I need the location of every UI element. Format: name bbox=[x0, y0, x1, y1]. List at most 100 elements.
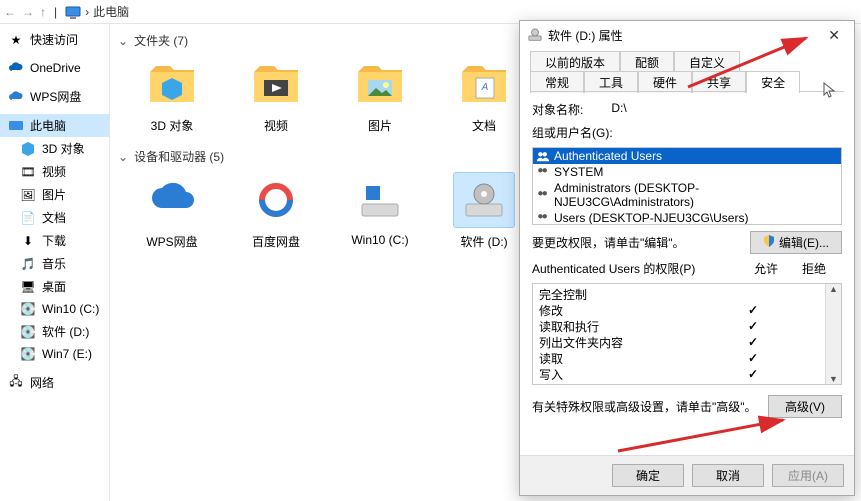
permission-row: 修改 bbox=[539, 302, 819, 318]
scroll-down-icon[interactable]: ▼ bbox=[829, 374, 838, 384]
sidebar-item-desktop[interactable]: 🖥桌面 bbox=[0, 275, 109, 298]
permission-name: 列出文件夹内容 bbox=[539, 334, 727, 351]
sidebar-item-downloads[interactable]: ⬇下载 bbox=[0, 229, 109, 252]
breadcrumb-location[interactable]: 此电脑 bbox=[93, 3, 129, 20]
sidebar-item-label: 下载 bbox=[42, 232, 66, 249]
sidebar-item-music[interactable]: 🎵音乐 bbox=[0, 252, 109, 275]
allow-mark bbox=[727, 303, 779, 317]
ok-button[interactable]: 确定 bbox=[612, 464, 684, 487]
users-icon bbox=[536, 166, 550, 178]
users-icon bbox=[536, 189, 550, 201]
dialog-titlebar[interactable]: 软件 (D:) 属性 ✕ bbox=[520, 21, 854, 49]
sidebar-item-label: WPS网盘 bbox=[30, 88, 81, 105]
tab-customize[interactable]: 自定义 bbox=[674, 51, 740, 73]
drive-icon bbox=[528, 28, 542, 42]
user-name: SYSTEM bbox=[554, 165, 603, 179]
sidebar-item-label: Win7 (E:) bbox=[42, 347, 92, 361]
tile-documents[interactable]: A 文档 bbox=[446, 57, 522, 134]
user-row[interactable]: Authenticated Users bbox=[533, 148, 841, 164]
user-row[interactable]: SYSTEM bbox=[533, 164, 841, 180]
this-pc-icon bbox=[8, 118, 24, 134]
cloud-icon bbox=[8, 89, 24, 105]
sidebar-item-quick-access[interactable]: ★快速访问 bbox=[0, 28, 109, 51]
chevron-down-icon: ⌄ bbox=[118, 34, 128, 48]
permission-name: 修改 bbox=[539, 302, 727, 319]
drive-icon: 💽 bbox=[20, 346, 36, 362]
user-name: Authenticated Users bbox=[554, 149, 662, 163]
tile-pictures[interactable]: 图片 bbox=[342, 57, 418, 134]
nav-fwd-icon[interactable]: → bbox=[22, 5, 34, 19]
tile-wps[interactable]: WPS网盘 bbox=[134, 173, 210, 250]
allow-header: 允许 bbox=[754, 260, 778, 277]
tab-previous-versions[interactable]: 以前的版本 bbox=[530, 51, 620, 73]
sidebar-item-win10[interactable]: 💽Win10 (C:) bbox=[0, 298, 109, 320]
advanced-hint: 有关特殊权限或高级设置，请单击"高级"。 bbox=[532, 398, 757, 415]
button-label: 编辑(E)... bbox=[779, 234, 829, 251]
user-row[interactable]: Administrators (DESKTOP-NJEU3CG\Administ… bbox=[533, 180, 841, 210]
nav-back-icon[interactable]: ← bbox=[4, 5, 16, 19]
star-icon: ★ bbox=[8, 32, 24, 48]
chevron-right-icon[interactable]: › bbox=[85, 5, 89, 19]
sidebar-item-onedrive[interactable]: OneDrive bbox=[0, 57, 109, 79]
sidebar-item-label: 3D 对象 bbox=[42, 140, 85, 157]
navigation-pane: ★快速访问 OneDrive WPS网盘 此电脑 3D 对象 🎞视频 🖼图片 📄… bbox=[0, 24, 110, 501]
user-name: Administrators (DESKTOP-NJEU3CG\Administ… bbox=[554, 181, 838, 209]
scroll-up-icon[interactable]: ▲ bbox=[829, 284, 838, 294]
deny-header: 拒绝 bbox=[802, 260, 826, 277]
tile-label: 图片 bbox=[368, 117, 392, 134]
user-name: Users (DESKTOP-NJEU3CG\Users) bbox=[554, 211, 748, 225]
tab-security[interactable]: 安全 bbox=[746, 71, 800, 93]
permissions-listbox[interactable]: 完全控制修改读取和执行列出文件夹内容读取写入 ▲▼ bbox=[532, 283, 842, 385]
sidebar-item-win7[interactable]: 💽 Win7 (E:) bbox=[0, 343, 109, 365]
cube-icon bbox=[20, 141, 36, 157]
tile-win10[interactable]: Win10 (C:) bbox=[342, 173, 418, 250]
users-listbox[interactable]: Authenticated Users SYSTEM Administrator… bbox=[532, 147, 842, 225]
shield-icon bbox=[763, 235, 775, 250]
tile-videos[interactable]: 视频 bbox=[238, 57, 314, 134]
sidebar-item-documents[interactable]: 📄文档 bbox=[0, 206, 109, 229]
sidebar-item-wps[interactable]: WPS网盘 bbox=[0, 85, 109, 108]
tile-label: 文档 bbox=[472, 117, 496, 134]
tile-baidu[interactable]: 百度网盘 bbox=[238, 173, 314, 250]
nav-up-icon[interactable]: ↑ bbox=[40, 5, 46, 19]
cloud-icon bbox=[8, 60, 24, 76]
cancel-button[interactable]: 取消 bbox=[692, 464, 764, 487]
document-icon: 📄 bbox=[20, 210, 36, 226]
tab-general[interactable]: 常规 bbox=[530, 71, 584, 93]
sidebar-item-network[interactable]: 🖧网络 bbox=[0, 371, 109, 394]
network-icon: 🖧 bbox=[8, 375, 24, 391]
user-row[interactable]: Users (DESKTOP-NJEU3CG\Users) bbox=[533, 210, 841, 225]
tile-soft[interactable]: 软件 (D:) bbox=[446, 173, 522, 250]
sidebar-item-3d[interactable]: 3D 对象 bbox=[0, 137, 109, 160]
cursor-icon bbox=[823, 82, 837, 101]
edit-button[interactable]: 编辑(E)... bbox=[750, 231, 842, 254]
sidebar-item-label: Win10 (C:) bbox=[42, 302, 99, 316]
sidebar-item-this-pc[interactable]: 此电脑 bbox=[0, 114, 109, 137]
permission-row: 读取和执行 bbox=[539, 318, 819, 334]
permissions-label: Authenticated Users 的权限(P) bbox=[532, 260, 695, 277]
permission-row: 列出文件夹内容 bbox=[539, 334, 819, 350]
tile-3d-objects[interactable]: 3D 对象 bbox=[134, 57, 210, 134]
tab-quota[interactable]: 配额 bbox=[620, 51, 674, 73]
apply-button[interactable]: 应用(A) bbox=[772, 464, 844, 487]
edit-hint: 要更改权限，请单击"编辑"。 bbox=[532, 234, 685, 251]
users-icon bbox=[536, 150, 550, 162]
group-label: 设备和驱动器 (5) bbox=[134, 148, 224, 165]
sidebar-item-label: OneDrive bbox=[30, 61, 81, 75]
tile-label: 视频 bbox=[264, 117, 288, 134]
sidebar-item-label: 此电脑 bbox=[30, 117, 66, 134]
film-icon: 🎞 bbox=[20, 164, 36, 180]
close-button[interactable]: ✕ bbox=[822, 27, 846, 44]
sidebar-item-soft[interactable]: 💽软件 (D:) bbox=[0, 320, 109, 343]
sidebar-item-label: 音乐 bbox=[42, 255, 66, 272]
tab-sharing[interactable]: 共享 bbox=[692, 71, 746, 93]
tab-hardware[interactable]: 硬件 bbox=[638, 71, 692, 93]
advanced-button[interactable]: 高级(V) bbox=[768, 395, 842, 418]
sidebar-item-videos[interactable]: 🎞视频 bbox=[0, 160, 109, 183]
tile-label: Win10 (C:) bbox=[351, 233, 408, 247]
sidebar-item-pictures[interactable]: 🖼图片 bbox=[0, 183, 109, 206]
tab-tools[interactable]: 工具 bbox=[584, 71, 638, 93]
scrollbar[interactable]: ▲▼ bbox=[825, 284, 841, 384]
permission-row: 完全控制 bbox=[539, 286, 819, 302]
svg-text:A: A bbox=[481, 82, 489, 93]
